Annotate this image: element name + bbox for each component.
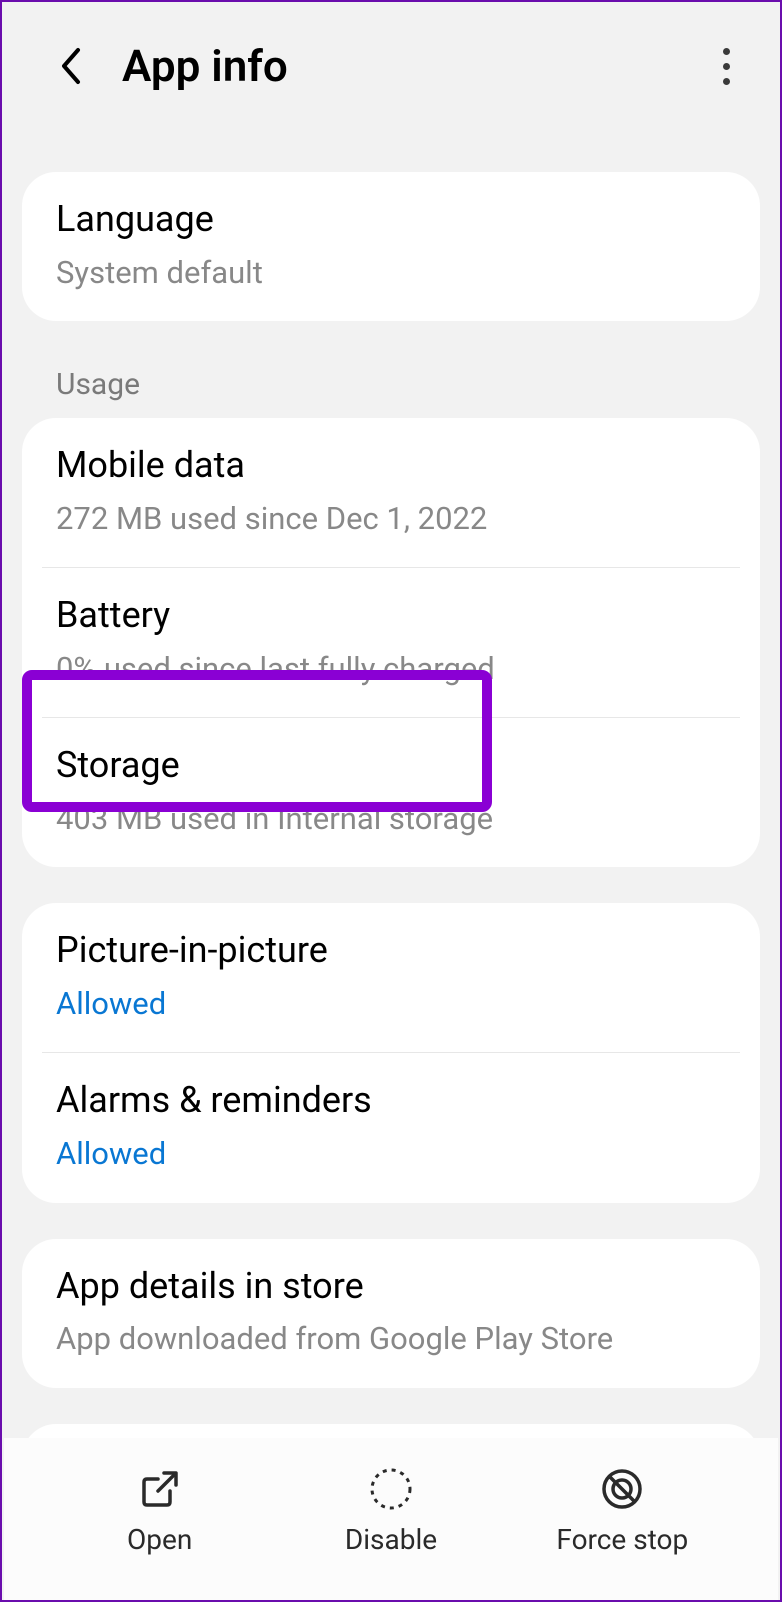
disable-icon	[367, 1465, 415, 1513]
pip-value: Allowed	[56, 984, 726, 1024]
alarms-title: Alarms & reminders	[56, 1077, 726, 1124]
open-button[interactable]: Open	[44, 1465, 275, 1556]
usage-card: Mobile data 272 MB used since Dec 1, 202…	[22, 418, 760, 867]
version-card: Version 11.71.0300	[22, 1424, 760, 1438]
battery-title: Battery	[56, 592, 726, 639]
alarms-item[interactable]: Alarms & reminders Allowed	[22, 1053, 760, 1202]
storage-value: 403 MB used in Internal storage	[56, 799, 726, 839]
more-options-button[interactable]	[702, 42, 750, 90]
force-stop-button[interactable]: Force stop	[507, 1465, 738, 1556]
language-item[interactable]: Language System default	[22, 172, 760, 321]
open-icon	[136, 1465, 184, 1513]
more-icon	[723, 48, 730, 85]
language-value: System default	[56, 253, 726, 293]
disable-button[interactable]: Disable	[275, 1465, 506, 1556]
alarms-value: Allowed	[56, 1134, 726, 1174]
battery-value: 0% used since last fully charged	[56, 649, 726, 689]
disable-label: Disable	[345, 1523, 437, 1556]
battery-item[interactable]: Battery 0% used since last fully charged	[22, 568, 760, 717]
store-title: App details in store	[56, 1263, 726, 1310]
permissions-card: Picture-in-picture Allowed Alarms & remi…	[22, 903, 760, 1202]
store-card: App details in store App downloaded from…	[22, 1239, 760, 1388]
back-icon	[58, 46, 86, 86]
force-stop-label: Force stop	[556, 1523, 688, 1556]
storage-title: Storage	[56, 742, 726, 789]
pip-item[interactable]: Picture-in-picture Allowed	[22, 903, 760, 1052]
language-title: Language	[56, 196, 726, 243]
header: App info	[2, 2, 780, 130]
mobile-data-item[interactable]: Mobile data 272 MB used since Dec 1, 202…	[22, 418, 760, 567]
force-stop-icon	[598, 1465, 646, 1513]
mobile-data-value: 272 MB used since Dec 1, 2022	[56, 499, 726, 539]
storage-item[interactable]: Storage 403 MB used in Internal storage	[22, 718, 760, 867]
back-button[interactable]	[50, 44, 94, 88]
pip-title: Picture-in-picture	[56, 927, 726, 974]
page-title: App info	[122, 40, 288, 92]
bottom-bar: Open Disable Force stop	[4, 1438, 778, 1600]
store-value: App downloaded from Google Play Store	[56, 1319, 726, 1359]
mobile-data-title: Mobile data	[56, 442, 726, 489]
store-item[interactable]: App details in store App downloaded from…	[22, 1239, 760, 1388]
usage-section-header: Usage	[2, 357, 780, 418]
language-card: Language System default	[22, 172, 760, 321]
open-label: Open	[127, 1523, 192, 1556]
